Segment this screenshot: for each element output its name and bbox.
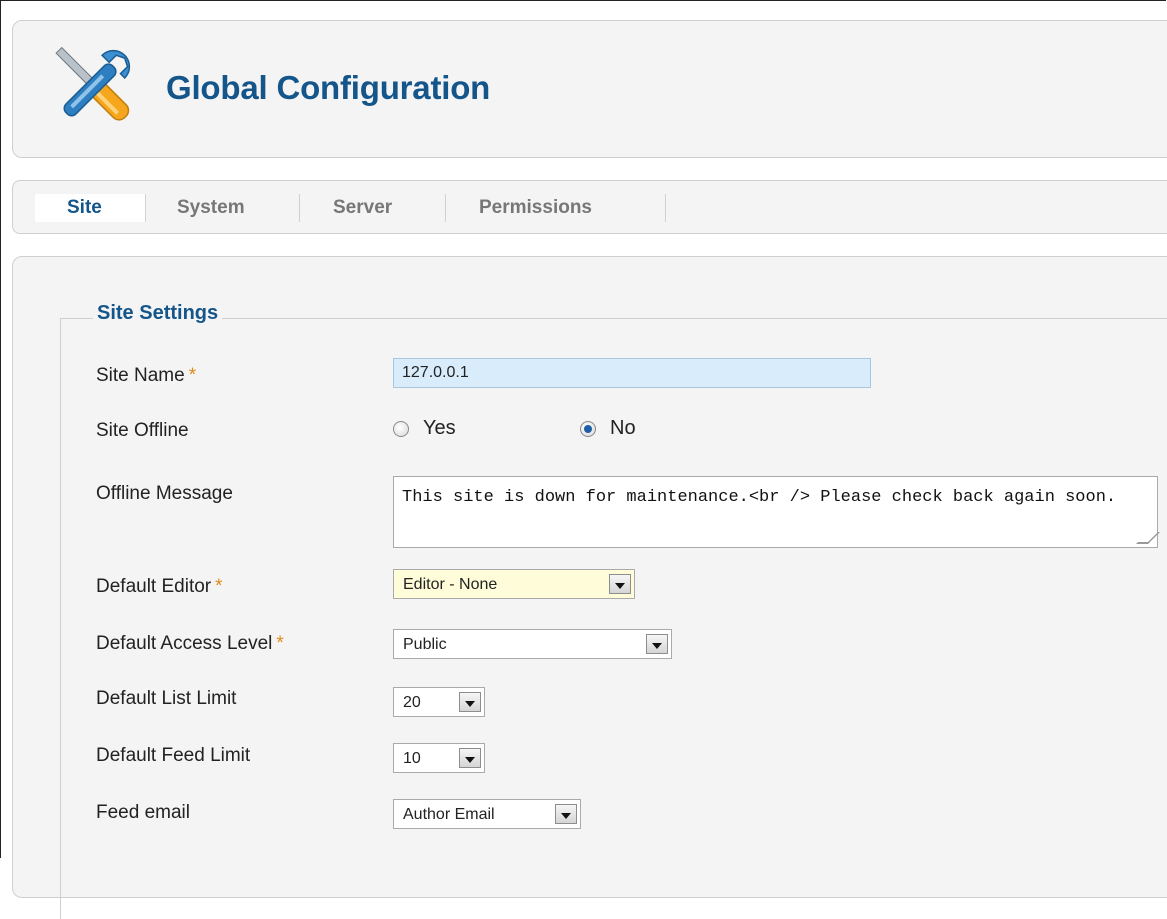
- default-access-level-select[interactable]: Public: [393, 629, 672, 659]
- default-access-level-label-text: Default Access Level: [96, 633, 273, 654]
- radio-no-label: No: [610, 417, 636, 439]
- default-editor-value: Editor - None: [403, 576, 498, 593]
- resize-grip-icon[interactable]: [1136, 532, 1160, 544]
- required-marker: *: [188, 365, 197, 386]
- feed-email-value: Author Email: [403, 806, 495, 823]
- fieldset-legend: Site Settings: [93, 302, 223, 325]
- radio-yes-label: Yes: [423, 417, 456, 439]
- default-editor-label: Default Editor *: [96, 576, 223, 598]
- tab-bar: Site System Server Permissions: [12, 180, 1167, 234]
- chevron-down-icon[interactable]: [555, 804, 577, 824]
- tab-server[interactable]: Server: [303, 194, 446, 222]
- required-marker: *: [276, 633, 284, 654]
- chevron-down-icon[interactable]: [459, 692, 481, 712]
- site-offline-label: Site Offline: [96, 420, 189, 441]
- site-name-label-text: Site Name: [96, 365, 185, 386]
- offline-message-label: Offline Message: [96, 483, 233, 504]
- default-access-level-label: Default Access Level *: [96, 633, 284, 655]
- default-feed-limit-value: 10: [403, 750, 421, 767]
- default-feed-limit-label: Default Feed Limit: [96, 745, 251, 766]
- default-list-limit-label: Default List Limit: [96, 688, 237, 709]
- chevron-down-icon[interactable]: [459, 748, 481, 768]
- default-editor-label-text: Default Editor: [96, 576, 212, 597]
- tab-permissions[interactable]: Permissions: [449, 194, 666, 222]
- site-name-label: Site Name *: [96, 365, 196, 387]
- offline-message-textarea[interactable]: This site is down for maintenance.<br />…: [393, 476, 1160, 548]
- default-list-limit-select[interactable]: 20: [393, 687, 485, 717]
- site-offline-no-radio[interactable]: No: [580, 417, 636, 440]
- feed-email-select[interactable]: Author Email: [393, 799, 581, 829]
- page-title: Global Configuration: [166, 69, 491, 106]
- required-marker: *: [215, 576, 223, 597]
- site-settings-fieldset: [60, 318, 1167, 919]
- default-feed-limit-select[interactable]: 10: [393, 743, 485, 773]
- tab-system[interactable]: System: [147, 194, 300, 222]
- default-access-level-value: Public: [403, 636, 447, 653]
- radio-selected-icon: [580, 420, 596, 437]
- tools-icon: [55, 46, 131, 121]
- offline-message-text: This site is down for maintenance.<br />…: [402, 488, 1117, 507]
- feed-email-label: Feed email: [96, 802, 190, 823]
- chevron-down-icon[interactable]: [609, 574, 631, 594]
- default-list-limit-value: 20: [403, 694, 421, 711]
- tab-site[interactable]: Site: [35, 194, 146, 222]
- site-name-input[interactable]: 127.0.0.1: [393, 358, 871, 388]
- chevron-down-icon[interactable]: [646, 634, 668, 654]
- radio-unselected-icon: [393, 420, 409, 437]
- page-header: Global Configuration: [12, 20, 1167, 158]
- default-editor-select[interactable]: Editor - None: [393, 569, 635, 599]
- site-offline-yes-radio[interactable]: Yes: [393, 417, 456, 440]
